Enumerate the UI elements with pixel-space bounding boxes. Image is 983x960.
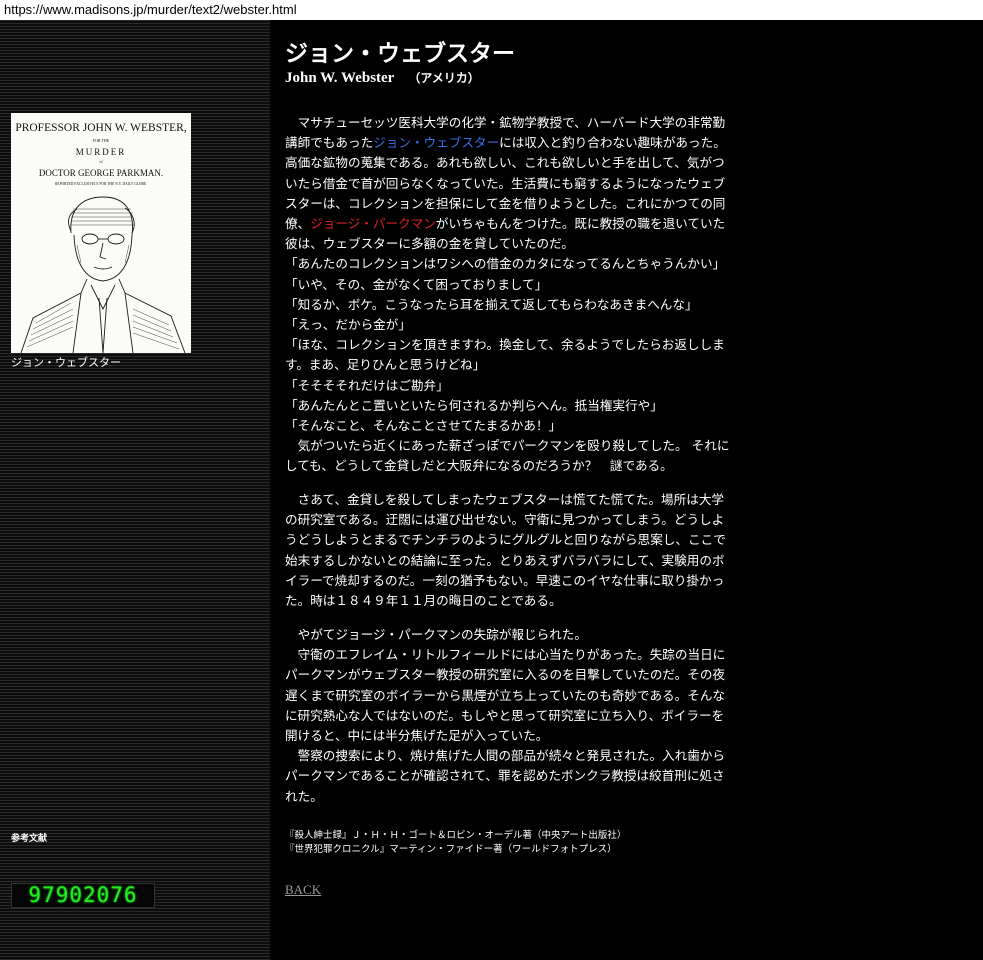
text-line: スターは、コレクションを担保にして金を借りようとした。これにかつての同: [285, 195, 726, 211]
text-line: パークマンがウェブスター教授の研究室に入るのを目撃していたのだ。その夜: [285, 667, 726, 683]
text-segment: には収入と釣り合わない趣味があった。: [499, 135, 726, 151]
address-bar[interactable]: https://www.madisons.jp/murder/text2/web…: [0, 0, 983, 20]
text-line: うどうしようとまるでチンチラのようにグルグルと回りながら思案し、ここで: [285, 532, 726, 548]
text-line: 気がついたら近くにあった薪ざっぽでパークマンを殴り殺してした。 それに: [285, 438, 730, 454]
paragraph-2: さあて、金貸しを殺してしまったウェブスターは慌てた慌てた。場所は大学 の研究室で…: [285, 490, 743, 611]
text-line: 高価な鉱物の蒐集である。あれも欲しい、これも欲しいと手を出して、気がつ: [285, 155, 725, 171]
text-line: れた。: [285, 788, 323, 804]
paragraph-1: マサチューセッツ医科大学の化学・鉱物学教授で、ハーバード大学の非常勤 講師でもあ…: [285, 113, 743, 477]
text-line: 警察の捜索により、焼け焦げた人間の部品が続々と発見された。入れ歯から: [285, 748, 726, 764]
back-link[interactable]: BACK: [285, 882, 321, 898]
text-line: 「あんたんとこ置いといたら何されるか判らへん。抵当権実行や」: [285, 397, 663, 413]
portrait-line6: REPORTED EXCLUSIVELY FOR THE N.Y. DAILY …: [55, 182, 147, 186]
reference-item: 『殺人紳士録』Ｊ・Ｈ・Ｈ・ゴート＆ロビン・オーデル著（中央アート出版社）: [285, 830, 627, 841]
visitor-counter: 97902076: [11, 883, 155, 908]
portrait-line2: FOR THE: [93, 138, 110, 143]
text-line: の研究室である。迂闊には運び出せない。守衛に見つかってしまう。どうしよ: [285, 512, 725, 528]
text-line: 守衛のエフレイム・リトルフィールドには心当たりがあった。失踪の当日に: [285, 647, 726, 663]
paragraph-3: やがてジョージ・パークマンの失踪が報じられた。 守衛のエフレイム・リトルフィール…: [285, 625, 743, 807]
text-line: 「そんなこと、そんなことさせてたまるかあ！」: [285, 418, 562, 434]
text-line: 「えっ、だから金が」: [285, 317, 411, 333]
portrait-line1: PROFESSOR JOHN W. WEBSTER,: [15, 122, 186, 134]
text-line: 開けると、中には半分焦げた足が入っていた。: [285, 728, 549, 744]
country-label: （アメリカ）: [408, 71, 480, 85]
text-segment: 僚、: [285, 216, 311, 232]
link-john-webster[interactable]: ジョン・ウェブスター: [373, 135, 499, 150]
text-line: す。まあ、足りひんと思うけどね」: [285, 357, 486, 373]
text-line: イラーで焼却するのだ。一刻の猶予もない。早速このイヤな仕事に取り掛かっ: [285, 572, 725, 588]
text-line: た。時は１８４９年１１月の晦日のことである。: [285, 593, 562, 609]
text-line: 「ほな、コレクションを頂きますわ。換金して、余るようでしたらお返ししま: [285, 337, 725, 353]
english-name: John W. Webster: [285, 70, 395, 86]
text-line: 「そそそそれだけはご勘弁」: [285, 377, 449, 393]
text-line: 彼は、ウェブスターに多額の金を貸していたのだ。: [285, 236, 574, 252]
text-line: パークマンであることが確認されて、罪を認めたボンクラ教授は絞首刑に処さ: [285, 768, 725, 784]
text-line: やがてジョージ・パークマンの失踪が報じられた。: [285, 627, 587, 642]
text-line: マサチューセッツ医科大学の化学・鉱物学教授で、ハーバード大学の非常勤: [285, 115, 726, 130]
sidebar: PROFESSOR JOHN W. WEBSTER, FOR THE MURDE…: [0, 20, 270, 960]
text-line: 始末するしかないとの結論に至った。とりあえずバラバラにして、実験用のボ: [285, 552, 725, 568]
text-segment: 講師でもあった: [285, 135, 374, 151]
portrait-line3: MURDER: [76, 147, 127, 157]
subtitle: John W. Webster （アメリカ）: [285, 69, 480, 87]
portrait-image: PROFESSOR JOHN W. WEBSTER, FOR THE MURDE…: [11, 113, 191, 353]
link-george-parkman[interactable]: ジョージ・パークマン: [310, 216, 436, 231]
references-heading: 参考文献: [11, 834, 48, 844]
page-title: ジョン・ウェブスター: [285, 41, 515, 67]
text-line: に研究熱心な人ではないのだ。もしやと思って研究室に立ち入り、ボイラーを: [285, 707, 725, 723]
text-line: 遅くまで研究室のボイラーから黒煙が立ち上っていたのも奇妙である。そんな: [285, 687, 726, 703]
text-line: さあて、金貸しを殺してしまったウェブスターは慌てた慌てた。場所は大学: [285, 492, 725, 507]
portrait-caption: ジョン・ウェブスター: [11, 356, 121, 369]
webster-engraving: PROFESSOR JOHN W. WEBSTER, FOR THE MURDE…: [11, 113, 191, 353]
text-line: 「いや、その、金がなくて困っておりまして」: [285, 276, 548, 292]
text-line: いたら借金で首が回らなくなっていた。生活費にも窮するようになったウェブ: [285, 175, 726, 191]
reference-item: 『世界犯罪クロニクル』マーティン・ファイドー著（ワールドフォトプレス）: [285, 844, 617, 855]
text-line: 「あんたのコレクションはワシへの借金のカタになってるんとちゃうんかい」: [285, 256, 726, 272]
portrait-line5: DOCTOR GEORGE PARKMAN.: [39, 168, 163, 178]
text-segment: がいちゃもんをつけた。既に教授の職を退いていた: [435, 216, 726, 232]
text-line: 「知るか、ボケ。こうなったら耳を揃えて返してもらわなあきまへんな」: [285, 296, 698, 312]
references-list: 『殺人紳士録』Ｊ・Ｈ・Ｈ・ゴート＆ロビン・オーデル著（中央アート出版社） 『世界…: [285, 829, 626, 857]
text-line: しても、どうして金貸しだと大阪弁になるのだろうか？ 謎である。: [285, 458, 673, 474]
text-line: 講師でもあったジョン・ウェブスターには収入と釣り合わない趣味があった。: [285, 133, 743, 153]
text-line: 僚、ジョージ・パークマンがいちゃもんをつけた。既に教授の職を退いていた: [285, 214, 743, 234]
